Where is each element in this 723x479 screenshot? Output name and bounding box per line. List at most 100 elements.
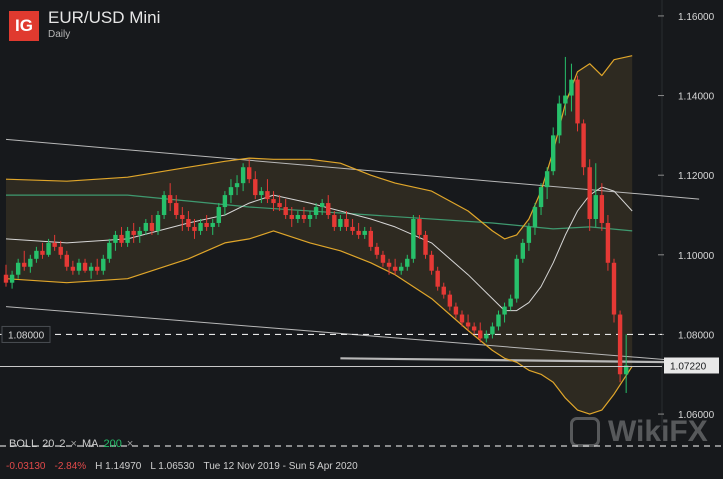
candle-body[interactable]: [58, 246, 63, 255]
candle-body[interactable]: [301, 215, 307, 219]
candle-body[interactable]: [478, 330, 483, 339]
candle-body[interactable]: [319, 203, 325, 208]
candle-body[interactable]: [15, 262, 21, 275]
candle-body[interactable]: [496, 314, 501, 327]
candle-body[interactable]: [313, 207, 319, 215]
candle-body[interactable]: [34, 250, 39, 259]
candle-body[interactable]: [64, 254, 69, 267]
candle-body[interactable]: [520, 242, 525, 259]
candle-body[interactable]: [386, 262, 392, 267]
candle-body[interactable]: [167, 195, 173, 204]
candle-body[interactable]: [563, 95, 568, 104]
candle-body[interactable]: [551, 135, 556, 172]
candle-body[interactable]: [441, 286, 446, 295]
candle-body[interactable]: [465, 322, 471, 327]
candle-body[interactable]: [240, 167, 246, 184]
candle-body[interactable]: [338, 218, 343, 227]
candle-body[interactable]: [259, 191, 264, 196]
candle-body[interactable]: [453, 306, 459, 315]
candle-body[interactable]: [28, 258, 33, 267]
candle-body[interactable]: [149, 222, 155, 231]
candle-body[interactable]: [125, 230, 130, 243]
candle-body[interactable]: [429, 254, 434, 271]
candle-body[interactable]: [174, 203, 179, 215]
candle-body[interactable]: [490, 326, 495, 335]
candle-body[interactable]: [417, 218, 422, 235]
candle-body[interactable]: [46, 242, 51, 255]
boll-indicator-label[interactable]: BOLL: [9, 438, 37, 450]
candle-body[interactable]: [484, 334, 489, 339]
candle-body[interactable]: [526, 226, 532, 243]
candle-body[interactable]: [22, 262, 27, 267]
candle-body[interactable]: [502, 306, 507, 315]
candle-body[interactable]: [216, 207, 221, 223]
candle-body[interactable]: [228, 187, 234, 196]
candle-body[interactable]: [137, 230, 142, 235]
candle-body[interactable]: [265, 191, 270, 200]
price-chart[interactable]: 1.160001.140001.120001.100001.080001.060…: [0, 0, 723, 479]
candle-body[interactable]: [593, 195, 598, 219]
remove-ma-icon[interactable]: ×: [127, 438, 133, 450]
candle-body[interactable]: [70, 266, 76, 271]
candle-body[interactable]: [204, 222, 209, 227]
candle-body[interactable]: [234, 183, 240, 188]
candle-body[interactable]: [3, 274, 9, 283]
candle-body[interactable]: [113, 234, 118, 243]
candle-body[interactable]: [617, 314, 623, 375]
candle-body[interactable]: [368, 230, 373, 247]
candle-body[interactable]: [82, 262, 88, 271]
candle-body[interactable]: [471, 326, 477, 331]
candle-body[interactable]: [101, 258, 106, 271]
candle-body[interactable]: [143, 222, 149, 231]
candle-body[interactable]: [362, 230, 367, 235]
candle-body[interactable]: [544, 171, 550, 188]
candle-body[interactable]: [210, 222, 215, 227]
candle-body[interactable]: [447, 294, 453, 307]
candle-body[interactable]: [253, 179, 258, 196]
candle-body[interactable]: [411, 218, 416, 259]
candle-body[interactable]: [344, 218, 349, 227]
candle-body[interactable]: [356, 230, 361, 235]
candle-body[interactable]: [131, 230, 136, 235]
candle-body[interactable]: [399, 266, 404, 271]
candle-body[interactable]: [289, 215, 294, 219]
candle-body[interactable]: [611, 262, 617, 315]
candle-body[interactable]: [435, 270, 440, 287]
candle-body[interactable]: [95, 266, 100, 271]
candle-body[interactable]: [107, 242, 112, 259]
candle-body[interactable]: [380, 254, 386, 263]
candle-body[interactable]: [155, 215, 161, 231]
candle-body[interactable]: [295, 215, 301, 219]
candle-body[interactable]: [599, 195, 605, 223]
candle-body[interactable]: [350, 226, 355, 231]
candle-body[interactable]: [557, 103, 562, 136]
candle-body[interactable]: [332, 215, 337, 227]
candle-body[interactable]: [405, 258, 410, 267]
candle-body[interactable]: [581, 123, 586, 168]
candle-body[interactable]: [569, 79, 574, 96]
candle-body[interactable]: [326, 203, 331, 215]
candle-body[interactable]: [119, 234, 124, 243]
candle-body[interactable]: [76, 262, 82, 271]
remove-boll-icon[interactable]: ×: [71, 438, 77, 450]
candle-body[interactable]: [9, 274, 15, 283]
candle-body[interactable]: [247, 167, 252, 180]
candle-body[interactable]: [222, 195, 228, 208]
candle-body[interactable]: [88, 266, 94, 271]
candle-body[interactable]: [40, 250, 45, 255]
candle-body[interactable]: [283, 207, 288, 215]
candle-body[interactable]: [459, 314, 465, 323]
candle-body[interactable]: [307, 215, 313, 219]
candle-body[interactable]: [508, 298, 513, 307]
candle-body[interactable]: [587, 167, 592, 219]
candle-body[interactable]: [186, 218, 191, 227]
candle-body[interactable]: [52, 242, 57, 247]
candle-body[interactable]: [271, 199, 276, 204]
candle-body[interactable]: [575, 79, 580, 124]
candle-body[interactable]: [198, 222, 203, 231]
candle-body[interactable]: [423, 234, 428, 255]
candle-body[interactable]: [532, 207, 538, 227]
candle-body[interactable]: [538, 187, 544, 208]
ma-indicator-label[interactable]: MA: [82, 438, 99, 450]
candle-body[interactable]: [180, 215, 185, 219]
